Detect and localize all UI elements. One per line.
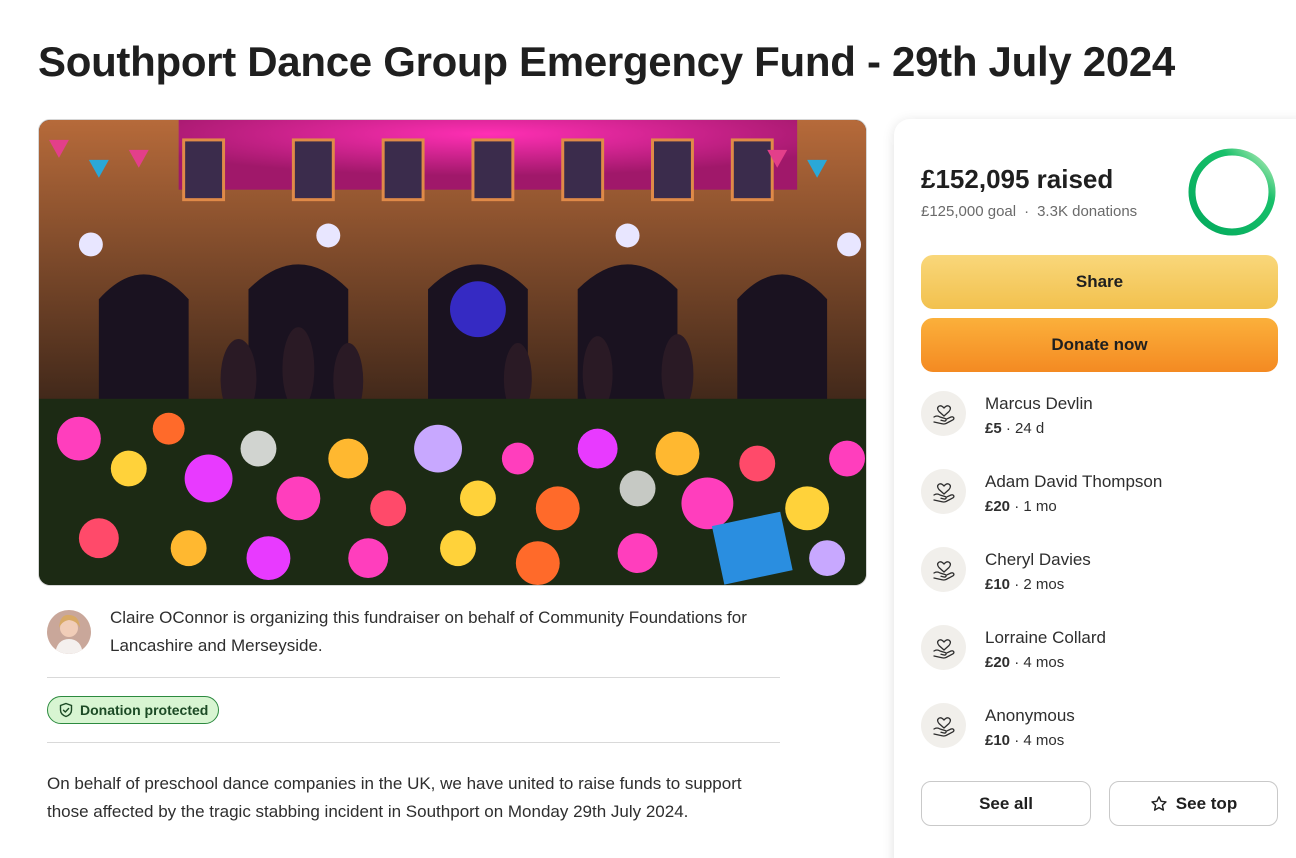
see-all-button[interactable]: See all <box>921 781 1091 826</box>
see-top-label: See top <box>1175 793 1238 813</box>
hero-image[interactable] <box>38 119 867 586</box>
donor-name: Anonymous <box>985 706 1075 725</box>
goal-amount: £125,000 goal <box>921 203 1017 220</box>
goal-meta: £125,000 goal · 3.3K donations <box>921 203 1137 220</box>
separator-dot: · <box>1010 498 1024 515</box>
donor-amount: £20 <box>985 654 1011 671</box>
donor-time: 2 mos <box>1023 576 1065 593</box>
story-text: On behalf of preschool dance companies i… <box>47 774 742 821</box>
donor-row: Anonymous £10 · 4 mos <box>921 703 1278 759</box>
donor-amount: £20 <box>985 498 1011 515</box>
heart-hand-icon <box>932 638 955 659</box>
donor-details: £5 · 24 d <box>985 420 1044 437</box>
heart-hand-icon <box>932 404 955 425</box>
shield-check-icon <box>59 702 73 718</box>
donor-amount: £5 <box>985 420 1002 437</box>
progress-ring <box>1188 148 1276 236</box>
donor-icon <box>921 391 966 436</box>
donor-icon <box>921 703 966 748</box>
donation-protected-badge[interactable]: Donation protected <box>47 696 220 724</box>
donor-icon <box>921 547 966 592</box>
memorial-photo <box>39 120 866 585</box>
badge-label: Donation protected <box>80 702 209 718</box>
donor-icon <box>921 469 966 514</box>
donor-time: 24 d <box>1015 420 1045 437</box>
see-top-button[interactable]: See top <box>1109 781 1278 826</box>
heart-hand-icon <box>932 482 955 503</box>
separator-dot: · <box>1001 420 1016 437</box>
share-button[interactable]: Share <box>921 255 1278 309</box>
donor-time: 1 mo <box>1023 498 1057 515</box>
donor-time: 4 mos <box>1023 732 1065 749</box>
donor-details: £10 · 2 mos <box>985 576 1064 593</box>
heart-hand-icon <box>932 560 955 581</box>
separator-dot: · <box>1010 654 1024 671</box>
fundraiser-page: Southport Dance Group Emergency Fund - 2… <box>0 0 1296 858</box>
see-all-label: See all <box>979 793 1033 813</box>
donor-row: Adam David Thompson £20 · 1 mo <box>921 469 1278 525</box>
separator-dot: · <box>1010 732 1024 749</box>
donor-row: Lorraine Collard £20 · 4 mos <box>921 625 1278 681</box>
separator-dot: · <box>1010 576 1024 593</box>
donate-now-button[interactable]: Donate now <box>921 318 1278 372</box>
donor-details: £20 · 4 mos <box>985 654 1064 671</box>
donor-icon <box>921 625 966 670</box>
organizer-text: Claire OConnor is organizing this fundra… <box>110 608 747 655</box>
donor-row: Cheryl Davies £10 · 2 mos <box>921 547 1278 603</box>
donor-amount: £10 <box>985 576 1011 593</box>
donations-count: 3.3K donations <box>1037 203 1138 220</box>
donor-details: £10 · 4 mos <box>985 732 1064 749</box>
avatar-image <box>47 610 91 654</box>
donor-name: Adam David Thompson <box>985 472 1163 491</box>
amount-raised: £152,095 raised <box>921 164 1114 194</box>
donor-name: Cheryl Davies <box>985 550 1091 569</box>
heart-hand-icon <box>932 716 955 737</box>
donor-details: £20 · 1 mo <box>985 498 1057 515</box>
donor-amount: £10 <box>985 732 1011 749</box>
divider <box>47 742 780 743</box>
organizer-avatar[interactable] <box>47 610 91 654</box>
separator-dot: · <box>1024 203 1030 220</box>
star-icon <box>1151 795 1167 811</box>
progress-ring-fill <box>1188 148 1276 236</box>
donor-time: 4 mos <box>1023 654 1065 671</box>
divider <box>47 677 780 678</box>
donor-row: Marcus Devlin £5 · 24 d <box>921 391 1278 447</box>
donor-name: Lorraine Collard <box>985 628 1106 647</box>
page-title: Southport Dance Group Emergency Fund - 2… <box>38 38 1175 85</box>
donor-name: Marcus Devlin <box>985 394 1093 413</box>
